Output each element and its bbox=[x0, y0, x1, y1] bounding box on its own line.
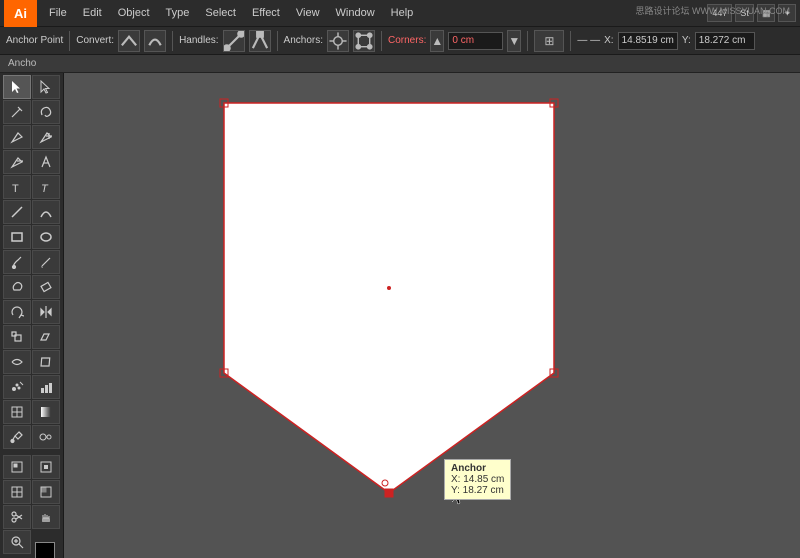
sep6 bbox=[570, 31, 571, 51]
x-coord-label: — — bbox=[577, 35, 600, 46]
svg-text:T: T bbox=[41, 183, 49, 194]
menu-bar: Ai File Edit Object Type Select Effect V… bbox=[0, 0, 800, 27]
handles-btn-1[interactable] bbox=[223, 30, 245, 52]
tool-scale[interactable] bbox=[3, 325, 31, 349]
tool-reflect[interactable] bbox=[32, 300, 60, 324]
convert-btn-1[interactable] bbox=[118, 30, 140, 52]
tool-gradient[interactable] bbox=[32, 400, 60, 424]
handles-btn-2[interactable] bbox=[249, 30, 271, 52]
menu-window[interactable]: Window bbox=[328, 0, 383, 27]
menu-view[interactable]: View bbox=[288, 0, 328, 27]
handles-label: Handles: bbox=[179, 35, 218, 46]
tool-live-paint-select[interactable] bbox=[32, 455, 60, 479]
tool-touch-type[interactable]: T bbox=[32, 175, 60, 199]
tool-type[interactable]: T bbox=[3, 175, 31, 199]
tool-zoom[interactable] bbox=[3, 530, 31, 554]
left-toolbar: T T bbox=[0, 73, 64, 558]
sep1 bbox=[69, 31, 70, 51]
tool-slice-select[interactable] bbox=[32, 480, 60, 504]
sep4 bbox=[381, 31, 382, 51]
anchors-btn-2[interactable] bbox=[353, 30, 375, 52]
menu-edit[interactable]: Edit bbox=[75, 0, 110, 27]
menu-effect[interactable]: Effect bbox=[244, 0, 288, 27]
tool-line[interactable] bbox=[3, 200, 31, 224]
tool-blob-brush[interactable] bbox=[3, 275, 31, 299]
y-label: Y: bbox=[682, 35, 691, 46]
tool-blend[interactable] bbox=[32, 425, 60, 449]
shape-center-dot bbox=[387, 286, 391, 290]
tool-slice[interactable] bbox=[3, 480, 31, 504]
menu-file[interactable]: File bbox=[41, 0, 75, 27]
convert-label: Convert: bbox=[76, 35, 114, 46]
menu-select[interactable]: Select bbox=[197, 0, 244, 27]
shape-polygon[interactable] bbox=[224, 103, 554, 493]
tool-rotate[interactable] bbox=[3, 300, 31, 324]
tool-mesh[interactable] bbox=[3, 400, 31, 424]
tool-pencil[interactable] bbox=[32, 250, 60, 274]
convert-btn-2[interactable] bbox=[144, 30, 166, 52]
menu-object[interactable]: Object bbox=[110, 0, 158, 27]
transform-btn[interactable]: ⊞ bbox=[534, 30, 564, 52]
tool-add-anchor[interactable] bbox=[32, 125, 60, 149]
top-right-icons: 447 St ▦ ✦ 思路设计论坛 WWW.MISSYUAN.COM bbox=[707, 4, 796, 22]
tool-paintbrush[interactable] bbox=[3, 250, 31, 274]
sep3 bbox=[277, 31, 278, 51]
tool-shear[interactable] bbox=[32, 325, 60, 349]
app-logo: Ai bbox=[4, 0, 37, 27]
anchor-bottom[interactable] bbox=[385, 489, 393, 497]
menu-help[interactable]: Help bbox=[383, 0, 422, 27]
tool-convert-anchor[interactable] bbox=[32, 150, 60, 174]
tool-live-paint[interactable] bbox=[3, 455, 31, 479]
tool-arc[interactable] bbox=[32, 200, 60, 224]
sep2 bbox=[172, 31, 173, 51]
cursor bbox=[452, 488, 468, 506]
corners-up-btn[interactable]: ▲ bbox=[430, 30, 444, 52]
watermark: 思路设计论坛 WWW.MISSYUAN.COM bbox=[636, 4, 791, 17]
svg-text:T: T bbox=[12, 183, 19, 194]
panel-name: Ancho bbox=[8, 58, 36, 69]
tool-width[interactable] bbox=[3, 350, 31, 374]
anchors-btn-1[interactable] bbox=[327, 30, 349, 52]
canvas-area[interactable]: Anchor X: 14.85 cm Y: 18.27 cm bbox=[64, 73, 800, 558]
anchors-label: Anchors: bbox=[284, 35, 323, 46]
x-value: 14.8519 cm bbox=[618, 32, 678, 50]
tool-eraser[interactable] bbox=[32, 275, 60, 299]
x-label: X: bbox=[604, 35, 613, 46]
tool-ellipse[interactable] bbox=[32, 225, 60, 249]
tool-magic-wand[interactable] bbox=[3, 100, 31, 124]
tool-select[interactable] bbox=[3, 75, 31, 99]
background-color-swatch[interactable] bbox=[35, 542, 55, 558]
corners-down-btn[interactable]: ▼ bbox=[507, 30, 521, 52]
tool-eyedropper[interactable] bbox=[3, 425, 31, 449]
tool-symbol-spray[interactable] bbox=[3, 375, 31, 399]
options-bar: Anchor Point Convert: Handles: Anchors: … bbox=[0, 27, 800, 55]
corners-input[interactable]: 0 cm bbox=[448, 32, 503, 50]
anchor-point-label: Anchor Point bbox=[6, 35, 63, 46]
tool-pen[interactable] bbox=[3, 125, 31, 149]
menu-type[interactable]: Type bbox=[158, 0, 198, 27]
tool-hand[interactable] bbox=[32, 505, 60, 529]
y-value: 18.272 cm bbox=[695, 32, 755, 50]
tool-direct-select[interactable] bbox=[32, 75, 60, 99]
panels-label: Ancho bbox=[0, 55, 800, 73]
tool-lasso[interactable] bbox=[32, 100, 60, 124]
sep5 bbox=[527, 31, 528, 51]
tool-delete-anchor[interactable] bbox=[3, 150, 31, 174]
corners-label: Corners: bbox=[388, 35, 426, 46]
tool-free-transform[interactable] bbox=[32, 350, 60, 374]
tool-column-graph[interactable] bbox=[32, 375, 60, 399]
tool-rect[interactable] bbox=[3, 225, 31, 249]
tool-scissors[interactable] bbox=[3, 505, 31, 529]
